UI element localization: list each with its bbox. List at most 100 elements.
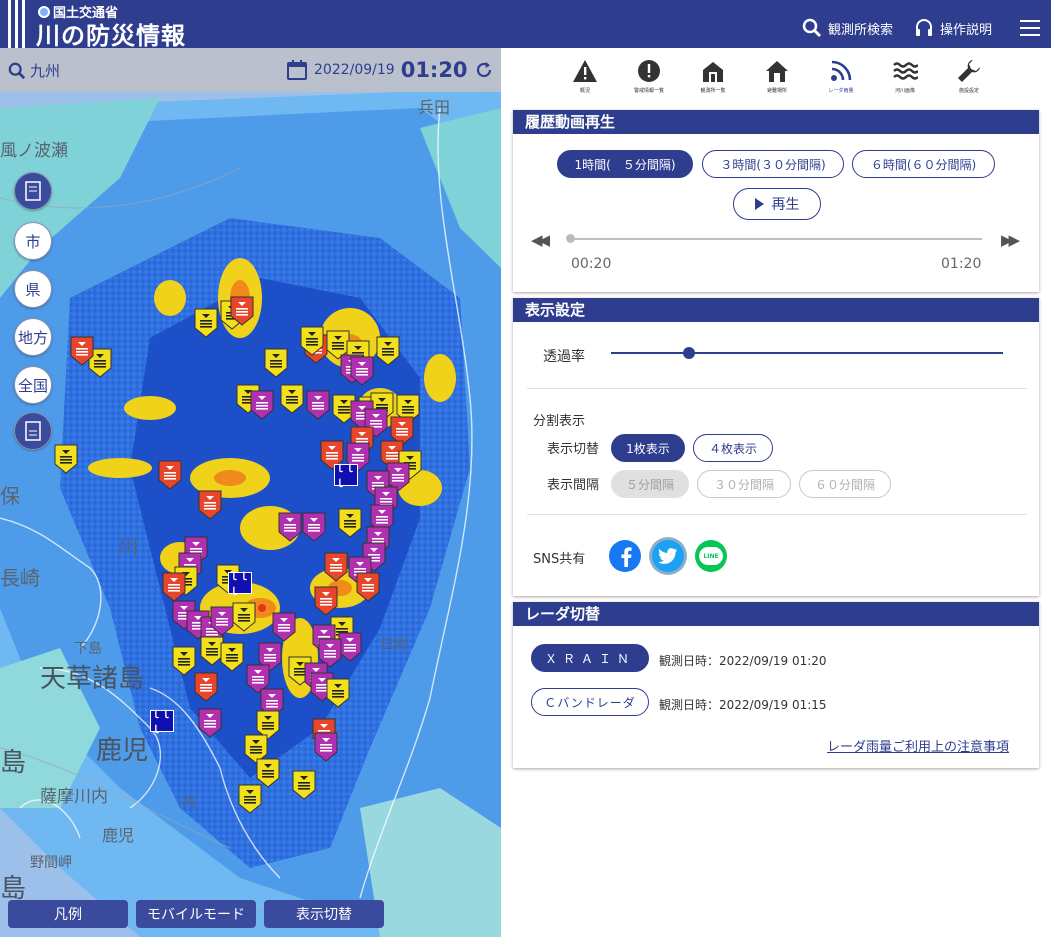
water-level-station-marker[interactable]	[278, 512, 302, 542]
datetime-display[interactable]: 2022/09/19 01:20	[286, 58, 494, 82]
water-level-station-marker[interactable]	[314, 732, 338, 762]
app-root: 国土交通省 川の防災情報 観測所検索 操作説明 天草諸島 長崎 下島 鹿児 薩摩…	[0, 0, 1051, 937]
water-level-station-marker[interactable]	[302, 512, 326, 542]
cband-observed-time: 観測日時：2022/09/19 01:15	[659, 698, 827, 712]
water-level-icon	[238, 784, 262, 814]
tool-river-images[interactable]: 河川画像	[877, 58, 933, 104]
water-level-station-marker[interactable]	[54, 444, 78, 474]
water-level-station-marker[interactable]	[300, 326, 324, 356]
rainfall-station-marker[interactable]: ｌｌｌ	[228, 572, 252, 598]
scale-city-button[interactable]: 市	[14, 222, 52, 260]
tool-label: 概況	[579, 88, 590, 94]
tool-station-list[interactable]: 観測所一覧	[685, 58, 741, 104]
zoom-in-icon[interactable]	[14, 172, 52, 210]
water-level-station-marker[interactable]	[232, 602, 256, 632]
interval-1h-button[interactable]: 1時間( ５分間隔)	[557, 150, 693, 178]
water-level-icon	[220, 642, 244, 672]
building-icon	[703, 62, 723, 82]
water-level-station-marker[interactable]	[350, 356, 374, 386]
water-level-station-marker[interactable]	[250, 390, 274, 420]
water-level-station-marker[interactable]	[70, 336, 94, 366]
interval-3h-button[interactable]: ３時間(３０分間隔)	[702, 150, 844, 178]
water-level-station-marker[interactable]	[326, 678, 350, 708]
tool-overview[interactable]: 概況	[557, 58, 613, 104]
help-button[interactable]: 操作説明	[914, 18, 992, 38]
water-level-station-marker[interactable]	[172, 646, 196, 676]
tool-radar[interactable]: レーダ雨量	[813, 58, 869, 104]
tool-shelter[interactable]: 避難場所	[749, 58, 805, 104]
interval-30min-button[interactable]: ３０分間隔	[697, 470, 791, 498]
display-switch-button[interactable]: 表示切替	[264, 900, 384, 928]
water-level-icon	[326, 678, 350, 708]
station-search-button[interactable]: 観測所検索	[802, 18, 893, 38]
water-level-station-marker[interactable]	[210, 606, 234, 636]
zoom-out-icon[interactable]	[14, 412, 52, 450]
legend-button[interactable]: 凡例	[8, 900, 128, 928]
water-level-station-marker[interactable]	[198, 490, 222, 520]
water-level-station-marker[interactable]	[280, 384, 304, 414]
display-switch-label: 表示切替	[547, 442, 600, 457]
water-level-station-marker[interactable]	[220, 642, 244, 672]
place-label-uchi: 内	[182, 795, 196, 811]
radar-notice-link[interactable]: レーダ雨量ご利用上の注意事項	[827, 736, 1009, 755]
cband-radar-button[interactable]: Ｃバンドレーダ	[531, 688, 649, 716]
refresh-icon[interactable]	[474, 60, 494, 80]
site-title[interactable]: 川の防災情報	[36, 16, 186, 51]
history-seek-thumb[interactable]	[566, 234, 575, 243]
water-level-station-marker[interactable]	[238, 784, 262, 814]
opacity-slider-track[interactable]	[611, 352, 1003, 354]
tool-settings[interactable]: 施設設定	[941, 58, 997, 104]
home-icon	[766, 61, 788, 82]
bird-icon	[658, 548, 677, 564]
facebook-icon[interactable]	[609, 540, 641, 572]
water-level-station-marker[interactable]	[324, 552, 348, 582]
play-button[interactable]: 再生	[733, 188, 821, 220]
facebook-glyph-icon	[621, 547, 632, 567]
observation-time: 01:20	[400, 58, 468, 82]
tool-alert-list[interactable]: 警戒情報一覧	[621, 58, 677, 104]
scale-prefecture-button[interactable]: 県	[14, 270, 52, 308]
water-level-station-marker[interactable]	[264, 348, 288, 378]
scale-nationwide-button[interactable]: 全国	[14, 366, 52, 404]
water-level-station-marker[interactable]	[194, 672, 218, 702]
opacity-slider-thumb[interactable]	[683, 347, 696, 359]
water-level-station-marker[interactable]	[356, 572, 380, 602]
tool-label: 警戒情報一覧	[633, 88, 664, 94]
water-level-station-marker[interactable]	[194, 308, 218, 338]
water-level-station-marker[interactable]	[230, 296, 254, 326]
interval-6h-button[interactable]: ６時間(６０分間隔)	[852, 150, 995, 178]
rewind-icon[interactable]: ◀◀	[531, 231, 550, 249]
fast-forward-icon[interactable]: ▶▶	[1001, 231, 1020, 249]
water-level-station-marker[interactable]	[158, 460, 182, 490]
interval-60min-button[interactable]: ６０分間隔	[799, 470, 891, 498]
water-level-station-marker[interactable]	[162, 572, 186, 602]
radar-map[interactable]: 天草諸島 長崎 下島 鹿児 薩摩川内 鹿児 野間岬 島 島 保 兵田 日向 川 …	[0, 48, 501, 937]
water-level-station-marker[interactable]	[338, 508, 362, 538]
rainfall-station-marker[interactable]: ｌｌｌ	[334, 464, 358, 490]
scale-region-button[interactable]: 地方	[14, 318, 52, 356]
water-level-station-marker[interactable]	[292, 770, 316, 800]
line-icon[interactable]: LINE	[695, 540, 727, 572]
play-icon	[754, 198, 764, 210]
water-level-icon	[210, 606, 234, 636]
water-level-station-marker[interactable]	[272, 612, 296, 642]
place-label-nagasaki: 長崎	[0, 566, 40, 590]
rainfall-station-marker[interactable]: ｌｌｌ	[150, 710, 174, 736]
single-view-button[interactable]: 1枚表示	[611, 434, 685, 462]
menu-icon[interactable]	[1020, 20, 1040, 36]
area-search-button[interactable]: 九州	[8, 60, 60, 81]
mobile-mode-button[interactable]: モバイルモード	[136, 900, 256, 928]
quad-view-button[interactable]: ４枚表示	[693, 434, 773, 462]
water-level-station-marker[interactable]	[306, 390, 330, 420]
water-level-icon	[314, 732, 338, 762]
water-level-station-marker[interactable]	[376, 336, 400, 366]
water-level-station-marker[interactable]	[198, 708, 222, 738]
water-level-station-marker[interactable]	[314, 586, 338, 616]
history-seek-track[interactable]	[570, 238, 982, 240]
divider	[527, 388, 1027, 389]
xrain-button[interactable]: ＸＲＡＩＮ	[531, 644, 649, 672]
interval-5min-button[interactable]: ５分間隔	[611, 470, 689, 498]
alert-circle-icon	[638, 60, 660, 82]
twitter-icon[interactable]	[652, 540, 684, 572]
calendar-icon[interactable]	[286, 59, 308, 81]
